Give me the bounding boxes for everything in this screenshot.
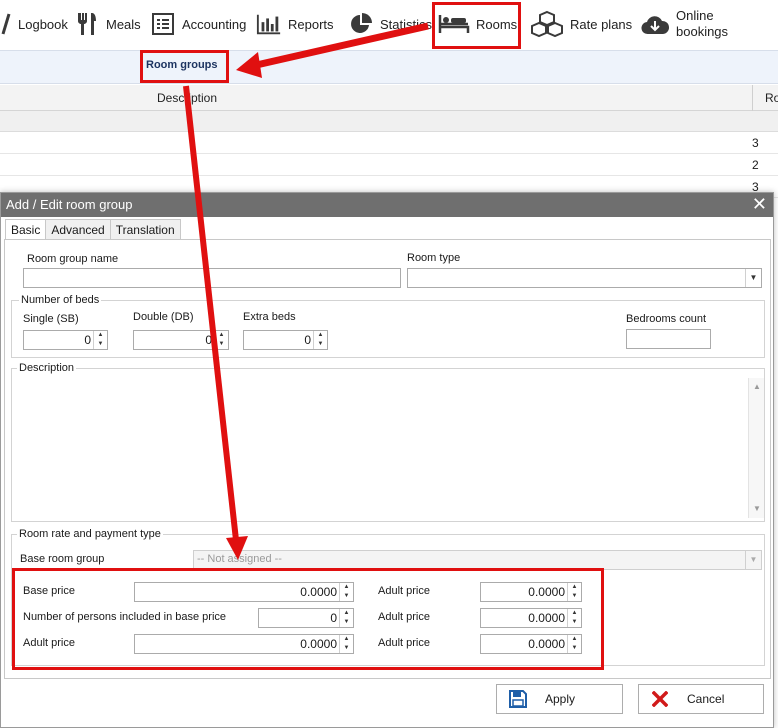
book-icon	[0, 11, 12, 37]
spin-down-icon[interactable]: ▼	[94, 340, 107, 349]
scroll-up-icon[interactable]: ▲	[749, 380, 765, 394]
column-description[interactable]: Description	[157, 91, 217, 105]
rate-legend: Room rate and payment type	[17, 528, 163, 540]
toolbar-statistics[interactable]: Statistics	[348, 0, 432, 48]
bedrooms-count-input[interactable]	[626, 329, 711, 349]
spin-up-icon[interactable]: ▲	[94, 331, 107, 340]
tab-translation[interactable]: Translation	[109, 219, 181, 239]
save-icon	[509, 690, 527, 708]
toolbar-accounting[interactable]: Accounting	[150, 0, 246, 48]
close-icon[interactable]: ✕	[752, 194, 767, 214]
table-row[interactable]: 2	[0, 154, 778, 176]
toolbar-online-bookings[interactable]: Online bookings	[640, 0, 728, 48]
grid-filter-row[interactable]	[0, 111, 778, 132]
annotation-box-prices	[12, 568, 604, 670]
single-beds-label: Single (SB)	[23, 313, 79, 325]
description-scrollbar[interactable]: ▲ ▼	[748, 378, 764, 518]
description-legend: Description	[17, 362, 77, 374]
online-label-line2: bookings	[676, 24, 729, 39]
toolbar-accounting-label: Accounting	[182, 16, 247, 32]
sub-navigation-bar: Room groups	[0, 50, 778, 84]
chevron-down-icon[interactable]: ▼	[745, 269, 761, 287]
room-type-select[interactable]: ▼	[407, 268, 762, 288]
cell-rooms: 3	[752, 136, 759, 150]
spin-up-icon[interactable]: ▲	[215, 331, 228, 340]
room-group-name-label: Room group name	[27, 253, 119, 265]
ledger-icon	[150, 11, 176, 37]
spin-down-icon[interactable]: ▼	[215, 340, 228, 349]
boxes-icon	[530, 10, 564, 38]
scroll-down-icon[interactable]: ▼	[749, 502, 765, 516]
toolbar-reports[interactable]: Reports	[256, 0, 334, 48]
toolbar-meals[interactable]: Meals	[74, 0, 141, 48]
grid-header: Description Ro	[0, 85, 778, 111]
toolbar-meals-label: Meals	[106, 16, 141, 32]
extra-beds-label: Extra beds	[243, 311, 296, 323]
cloud-download-icon	[640, 11, 670, 37]
toolbar-reports-label: Reports	[288, 16, 334, 32]
room-type-label: Room type	[407, 252, 461, 264]
chevron-down-icon[interactable]: ▼	[745, 551, 761, 569]
apply-label: Apply	[545, 692, 576, 706]
cancel-label: Cancel	[687, 692, 725, 706]
tab-basic[interactable]: Basic	[5, 219, 47, 240]
base-room-group-label: Base room group	[20, 553, 105, 565]
toolbar-logbook[interactable]: Logbook	[0, 0, 68, 48]
column-rooms[interactable]: Ro	[765, 91, 778, 105]
dialog-tabs: Basic Advanced Translation	[5, 219, 181, 240]
spin-buttons[interactable]: ▲ ▼	[313, 331, 327, 349]
toolbar-statistics-label: Statistics	[380, 16, 433, 32]
spin-buttons[interactable]: ▲ ▼	[214, 331, 228, 349]
online-label-line1: Online	[676, 8, 714, 23]
tab-advanced[interactable]: Advanced	[45, 219, 111, 239]
toolbar-rate-plans-label: Rate plans	[570, 16, 633, 32]
toolbar-logbook-label: Logbook	[18, 16, 68, 32]
double-beds-label: Double (DB)	[133, 311, 194, 323]
beds-legend: Number of beds	[19, 294, 102, 306]
dialog-title: Add / Edit room group	[6, 197, 133, 212]
extra-beds-stepper[interactable]: 0 ▲ ▼	[243, 330, 328, 350]
toolbar-rate-plans[interactable]: Rate plans	[530, 0, 632, 48]
main-toolbar: Logbook Meals Accounting Reports Statist…	[0, 0, 778, 50]
extra-beds-value: 0	[304, 333, 311, 347]
spin-buttons[interactable]: ▲ ▼	[93, 331, 107, 349]
base-room-group-value: -- Not assigned --	[197, 553, 282, 565]
description-group	[11, 368, 765, 522]
apply-button[interactable]: Apply	[496, 684, 623, 714]
cancel-x-icon	[651, 690, 669, 708]
fork-knife-icon	[74, 11, 100, 37]
annotation-box-room-groups	[140, 50, 229, 83]
spin-up-icon[interactable]: ▲	[314, 331, 327, 340]
annotation-box-rooms	[432, 2, 521, 49]
column-separator	[752, 85, 753, 111]
pie-chart-icon	[348, 11, 374, 37]
spin-down-icon[interactable]: ▼	[314, 340, 327, 349]
cell-rooms: 2	[752, 158, 759, 172]
single-beds-stepper[interactable]: 0 ▲ ▼	[23, 330, 108, 350]
bar-chart-icon	[256, 11, 282, 37]
dialog-title-bar: Add / Edit room group ✕	[1, 193, 773, 217]
table-row[interactable]: 3	[0, 132, 778, 154]
bedrooms-count-label: Bedrooms count	[626, 313, 707, 325]
room-group-name-input[interactable]	[23, 268, 401, 288]
base-room-group-select[interactable]: -- Not assigned -- ▼	[193, 550, 762, 570]
double-beds-stepper[interactable]: 0 ▲ ▼	[133, 330, 229, 350]
double-beds-value: 0	[205, 333, 212, 347]
cancel-button[interactable]: Cancel	[638, 684, 764, 714]
toolbar-online-bookings-label: Online bookings	[676, 8, 728, 40]
single-beds-value: 0	[84, 333, 91, 347]
